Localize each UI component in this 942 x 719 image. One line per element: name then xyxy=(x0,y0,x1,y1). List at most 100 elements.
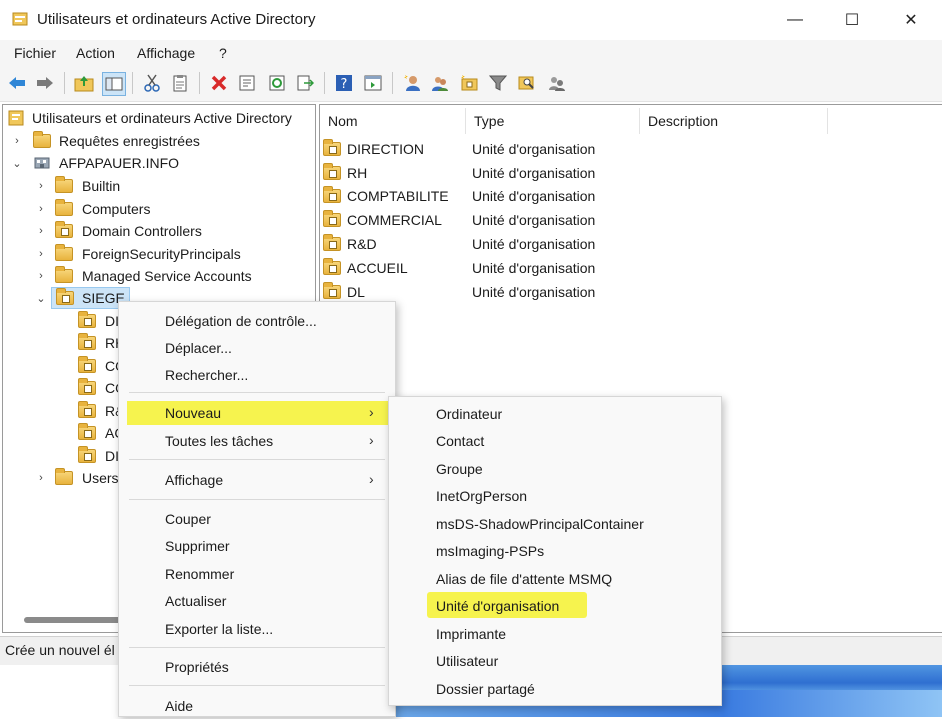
list-item-name: DL xyxy=(347,284,365,300)
refresh-icon[interactable] xyxy=(266,72,288,94)
submenu-arrow-icon: › xyxy=(369,432,374,448)
chevron-right-icon[interactable]: › xyxy=(36,225,46,237)
submenu-item-imprimante[interactable]: Imprimante xyxy=(436,621,506,647)
submenu-arrow-icon: › xyxy=(369,471,374,487)
tree-item-managed-service-accounts[interactable]: › Managed Service Accounts xyxy=(36,265,252,287)
delete-icon[interactable] xyxy=(208,72,230,94)
tree-item-foreign-security-principals[interactable]: › ForeignSecurityPrincipals xyxy=(36,243,241,265)
column-header-description[interactable]: Description xyxy=(640,108,828,134)
tree-item-siege[interactable]: ⌄ SIEGE xyxy=(36,287,130,309)
tree-item-label: ForeignSecurityPrincipals xyxy=(82,246,241,262)
list-item[interactable]: DIRECTION Unité d'organisation xyxy=(323,137,595,161)
add-to-group-icon[interactable] xyxy=(546,72,568,94)
chevron-down-icon[interactable]: ⌄ xyxy=(36,293,46,305)
menu-item-renommer[interactable]: Renommer xyxy=(165,561,234,587)
chevron-right-icon[interactable]: › xyxy=(36,180,46,192)
list-item[interactable]: ACCUEIL Unité d'organisation xyxy=(323,256,595,280)
menu-item-aide[interactable]: Aide xyxy=(165,693,193,719)
list-item-type: Unité d'organisation xyxy=(472,165,596,181)
find-icon[interactable] xyxy=(516,72,538,94)
menu-help[interactable]: ? xyxy=(219,45,227,61)
submenu-item-msimaging-psps[interactable]: msImaging-PSPs xyxy=(436,538,544,564)
maximize-button[interactable]: ☐ xyxy=(829,0,875,40)
tree-item-builtin[interactable]: › Builtin xyxy=(36,175,120,197)
tree-subitem[interactable]: DI xyxy=(78,310,119,332)
new-ou-icon[interactable] xyxy=(458,72,480,94)
list-item-name: COMPTABILITE xyxy=(347,188,449,204)
show-tree-icon[interactable] xyxy=(102,72,126,96)
submenu-item-inetorgperson[interactable]: InetOrgPerson xyxy=(436,483,527,509)
chevron-down-icon[interactable]: ⌄ xyxy=(12,158,22,170)
chevron-right-icon[interactable]: › xyxy=(36,270,46,282)
submenu-item-contact[interactable]: Contact xyxy=(436,428,484,454)
menu-affichage[interactable]: Affichage xyxy=(137,45,195,61)
menu-separator xyxy=(129,392,385,393)
menu-item-supprimer[interactable]: Supprimer xyxy=(165,533,230,559)
menu-item-rechercher[interactable]: Rechercher... xyxy=(165,362,248,388)
submenu-item-unite-organisation[interactable]: Unité d'organisation xyxy=(436,593,559,619)
menu-item-affichage[interactable]: Affichage xyxy=(165,467,223,493)
tree-item-computers[interactable]: › Computers xyxy=(36,198,150,220)
new-user-icon[interactable] xyxy=(401,72,423,94)
clipboard-icon[interactable] xyxy=(169,72,191,94)
ou-icon xyxy=(78,423,96,440)
chevron-right-icon[interactable]: › xyxy=(12,135,22,147)
submenu-item-alias-msmq[interactable]: Alias de file d'attente MSMQ xyxy=(436,566,612,592)
submenu-item-groupe[interactable]: Groupe xyxy=(436,456,483,482)
tree-root[interactable]: Utilisateurs et ordinateurs Active Direc… xyxy=(8,107,292,129)
list-item-type: Unité d'organisation xyxy=(472,284,596,300)
submenu-item-utilisateur[interactable]: Utilisateur xyxy=(436,648,498,674)
submenu-arrow-icon: › xyxy=(369,404,374,420)
menu-item-proprietes[interactable]: Propriétés xyxy=(165,654,229,680)
up-folder-icon[interactable] xyxy=(73,72,95,94)
export-icon[interactable] xyxy=(294,72,316,94)
menu-fichier[interactable]: Fichier xyxy=(14,45,56,61)
menu-item-toutes-les-taches[interactable]: Toutes les tâches xyxy=(165,428,273,454)
tree-item-saved-queries[interactable]: › Requêtes enregistrées xyxy=(12,130,200,152)
menu-item-couper[interactable]: Couper xyxy=(165,506,211,532)
chevron-right-icon[interactable]: › xyxy=(36,203,46,215)
help-icon[interactable]: ? xyxy=(333,72,355,94)
status-text: Crée un nouvel él xyxy=(5,642,115,658)
new-group-icon[interactable] xyxy=(429,72,451,94)
minimize-button[interactable]: — xyxy=(772,0,818,40)
ou-icon xyxy=(78,356,96,373)
filter-icon[interactable] xyxy=(487,72,509,94)
ou-icon xyxy=(55,221,73,238)
list-item[interactable]: COMPTABILITE Unité d'organisation xyxy=(323,184,595,208)
properties-icon[interactable] xyxy=(236,72,258,94)
submenu-item-dossier-partage[interactable]: Dossier partagé xyxy=(436,676,535,702)
menu-item-deplacer[interactable]: Déplacer... xyxy=(165,335,232,361)
close-icon: ✕ xyxy=(904,12,918,29)
list-item[interactable]: RH Unité d'organisation xyxy=(323,161,595,185)
forward-arrow-icon[interactable] xyxy=(34,72,56,94)
submenu-item-msds-shadowprincipalcontainer[interactable]: msDS-ShadowPrincipalContainer xyxy=(436,511,644,537)
back-arrow-icon[interactable] xyxy=(6,72,28,94)
tree-item-label: Builtin xyxy=(82,178,121,194)
console-icon[interactable] xyxy=(362,72,384,94)
menu-item-exporter-la-liste[interactable]: Exporter la liste... xyxy=(165,616,273,642)
menu-item-actualiser[interactable]: Actualiser xyxy=(165,588,226,614)
column-header-type[interactable]: Type xyxy=(466,108,640,134)
list-item[interactable]: COMMERCIAL Unité d'organisation xyxy=(323,208,595,232)
menu-item-delegation[interactable]: Délégation de contrôle... xyxy=(165,308,317,334)
ou-icon xyxy=(323,234,341,251)
chevron-right-icon[interactable]: › xyxy=(36,472,46,484)
ou-icon xyxy=(323,210,341,227)
menu-action[interactable]: Action xyxy=(76,45,115,61)
tree-item-label: DI xyxy=(105,448,119,464)
close-button[interactable]: ✕ xyxy=(888,0,934,40)
menu-item-nouveau[interactable]: Nouveau xyxy=(165,400,221,426)
tree-item-domain-controllers[interactable]: › Domain Controllers xyxy=(36,220,202,242)
tree-item-domain[interactable]: ⌄ AFPAPAUER.INFO xyxy=(12,152,179,174)
tree-subitem[interactable]: DI xyxy=(78,445,119,467)
list-item[interactable]: R&D Unité d'organisation xyxy=(323,232,595,256)
cut-icon[interactable] xyxy=(141,72,163,94)
chevron-right-icon[interactable]: › xyxy=(36,248,46,260)
tree-item-users[interactable]: › Users xyxy=(36,467,119,489)
maximize-icon: ☐ xyxy=(844,12,860,29)
submenu-item-ordinateur[interactable]: Ordinateur xyxy=(436,401,502,427)
list-item-name: ACCUEIL xyxy=(347,260,408,276)
folder-icon xyxy=(55,199,73,216)
column-header-nom[interactable]: Nom xyxy=(320,108,466,134)
